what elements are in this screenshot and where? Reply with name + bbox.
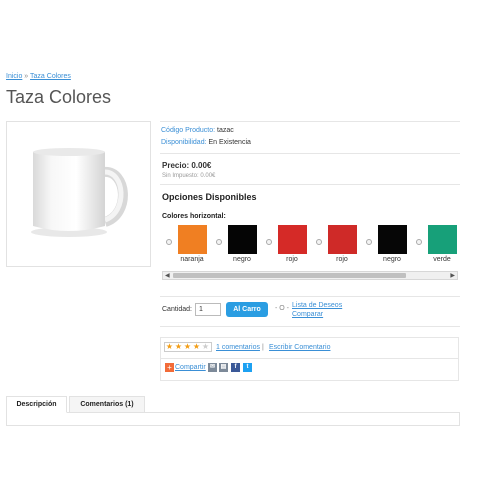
product-code-label: Código Producto: — [161, 127, 216, 134]
color-name: rojo — [336, 256, 348, 263]
share-plus-icon[interactable]: + — [165, 363, 174, 372]
product-info: Código Producto: tazac Disponibilidad: E… — [161, 125, 251, 149]
divider — [160, 184, 460, 185]
reviews-link[interactable]: 1 comentarios — [216, 344, 260, 351]
color-radio[interactable] — [416, 239, 422, 245]
color-name: negro — [233, 256, 251, 263]
quantity-input[interactable] — [195, 303, 221, 316]
color-option[interactable]: negro — [362, 224, 412, 266]
options-title: Opciones Disponibles — [162, 192, 257, 202]
scroll-right-icon[interactable]: ▶ — [450, 273, 455, 280]
wishlist-compare-links: Lista de Deseos Comparar — [292, 301, 342, 319]
color-option[interactable]: naranja — [162, 224, 212, 266]
tab-content — [6, 412, 460, 426]
colors-label: Colores horizontal: — [162, 213, 226, 220]
color-name: rojo — [286, 256, 298, 263]
price: Precio: 0.00€ — [162, 161, 212, 170]
color-swatch[interactable] — [278, 225, 307, 254]
color-swatch[interactable] — [178, 225, 207, 254]
availability-label: Disponibilidad: — [161, 139, 207, 146]
scroll-left-icon[interactable]: ◀ — [165, 273, 170, 280]
price-ex-tax: Sin Impuesto: 0.00€ — [162, 173, 216, 179]
print-icon[interactable]: ▤ — [219, 363, 228, 372]
tab-description[interactable]: Descripción — [6, 396, 67, 413]
breadcrumb: Inicio » Taza Colores — [6, 73, 71, 80]
color-radio[interactable] — [316, 239, 322, 245]
color-options: naranja negro rojo rojo negro verde — [162, 224, 458, 266]
divider — [160, 296, 460, 297]
color-swatch[interactable] — [328, 225, 357, 254]
color-radio[interactable] — [266, 239, 272, 245]
color-radio[interactable] — [366, 239, 372, 245]
star-filled-icon: ★ — [174, 342, 183, 351]
color-name: verde — [433, 256, 451, 263]
breadcrumb-home-link[interactable]: Inicio — [6, 73, 22, 80]
compare-link[interactable]: Comparar — [292, 311, 323, 318]
star-empty-icon: ★ — [201, 342, 210, 351]
scrollbar-thumb[interactable] — [173, 273, 406, 278]
add-to-cart-button[interactable]: Al Carro — [226, 302, 268, 317]
color-option[interactable]: rojo — [312, 224, 362, 266]
divider — [160, 121, 460, 122]
color-option[interactable]: verde — [412, 224, 458, 266]
availability-value: En Existencia — [208, 139, 251, 146]
tabs-bar: Descripción Comentarios (1) — [6, 396, 460, 413]
star-filled-icon: ★ — [165, 342, 174, 351]
email-icon[interactable]: ✉ — [208, 363, 217, 372]
color-swatch[interactable] — [428, 225, 457, 254]
divider — [160, 153, 460, 154]
breadcrumb-current-link[interactable]: Taza Colores — [30, 73, 71, 80]
mug-image — [31, 148, 128, 237]
divider — [160, 326, 460, 327]
wishlist-link[interactable]: Lista de Deseos — [292, 302, 342, 309]
color-option[interactable]: rojo — [262, 224, 312, 266]
color-swatch[interactable] — [228, 225, 257, 254]
product-image[interactable] — [6, 121, 151, 267]
breadcrumb-separator: » — [24, 73, 29, 80]
or-separator: - O - — [275, 305, 289, 312]
tab-comments[interactable]: Comentarios (1) — [69, 396, 145, 413]
color-radio[interactable] — [166, 239, 172, 245]
divider — [161, 358, 458, 359]
facebook-icon[interactable]: f — [231, 363, 240, 372]
write-review-link[interactable]: Escribir Comentario — [269, 344, 330, 351]
horizontal-scrollbar[interactable]: ◀ ▶ — [162, 271, 458, 280]
color-name: naranja — [180, 256, 204, 263]
color-radio[interactable] — [216, 239, 222, 245]
star-filled-icon: ★ — [192, 342, 201, 351]
share-link[interactable]: Compartir — [175, 364, 206, 371]
twitter-icon[interactable]: t — [243, 363, 252, 372]
link-separator: | — [262, 344, 264, 351]
quantity-label: Cantidad: — [162, 306, 192, 313]
color-swatch[interactable] — [378, 225, 407, 254]
rating-stars: ★ ★ ★ ★ ★ — [164, 342, 212, 352]
page-title: Taza Colores — [6, 87, 112, 107]
product-code-value: tazac — [217, 127, 234, 134]
star-filled-icon: ★ — [183, 342, 192, 351]
color-name: negro — [383, 256, 401, 263]
color-option[interactable]: negro — [212, 224, 262, 266]
